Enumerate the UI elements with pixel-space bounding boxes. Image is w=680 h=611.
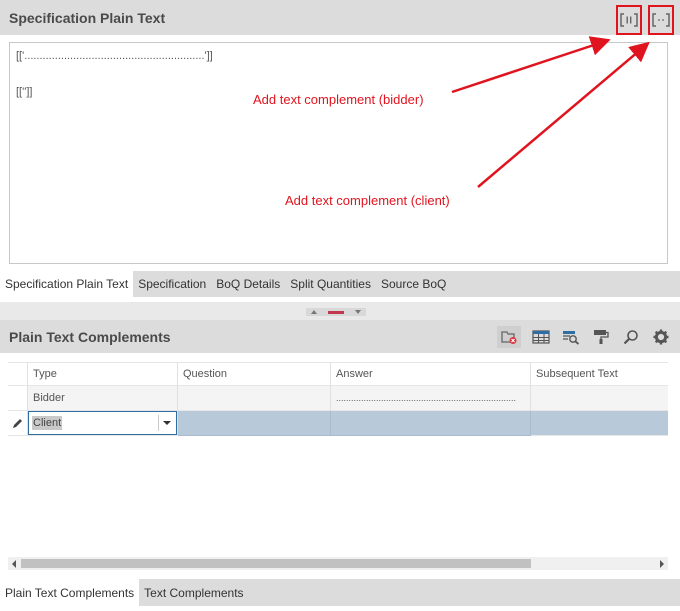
- row-indicator-header: [8, 363, 28, 386]
- scrollbar-thumb[interactable]: [21, 559, 531, 568]
- panel-title: Plain Text Complements: [9, 328, 171, 345]
- search-icon[interactable]: [619, 326, 643, 348]
- settings-gear-icon[interactable]: [649, 326, 673, 348]
- table-row-selected[interactable]: Client: [8, 411, 668, 436]
- splitter-handle[interactable]: [306, 308, 366, 316]
- column-header-subsequent-text[interactable]: Subsequent Text: [531, 363, 668, 386]
- column-header-type[interactable]: Type: [28, 363, 178, 386]
- type-cell[interactable]: Bidder: [28, 386, 178, 411]
- tab-text-complements[interactable]: Text Complements: [139, 579, 248, 606]
- row-indicator: [8, 411, 28, 436]
- edit-pencil-icon: [13, 418, 22, 428]
- horizontal-scrollbar[interactable]: [8, 557, 668, 570]
- column-header-question[interactable]: Question: [178, 363, 331, 386]
- grid-header-row: Type Question Answer Subsequent Text: [8, 362, 668, 386]
- type-select[interactable]: Client: [28, 411, 177, 435]
- splitter-grip: [327, 310, 344, 314]
- grid-layout-icon[interactable]: [529, 326, 553, 348]
- editor-line-2: [['']]: [16, 86, 33, 98]
- plain-text-complements-panel: Plain Text Complements Type Question Ans…: [0, 320, 680, 611]
- question-cell[interactable]: [178, 386, 331, 411]
- answer-cell[interactable]: ........................................…: [331, 386, 531, 411]
- delete-record-icon[interactable]: [497, 326, 521, 348]
- scroll-right-icon[interactable]: [660, 560, 664, 568]
- search-view-icon[interactable]: [559, 326, 583, 348]
- select-divider: [158, 415, 159, 431]
- answer-cell[interactable]: [331, 411, 531, 436]
- specification-tabbar: Specification Plain Text Specification B…: [0, 271, 680, 297]
- collapse-down-icon[interactable]: [354, 310, 361, 314]
- complements-tabbar: Plain Text Complements Text Complements: [0, 579, 680, 606]
- tab-plain-text-complements[interactable]: Plain Text Complements: [0, 579, 140, 606]
- tab-source-boq[interactable]: Source BoQ: [376, 271, 451, 297]
- editor-line-1: [['.....................................…: [16, 50, 213, 62]
- tab-split-quantities[interactable]: Split Quantities: [285, 271, 376, 297]
- annotation-bidder: Add text complement (bidder): [253, 92, 424, 107]
- specification-panel: Specification Plain Text [['............…: [0, 0, 680, 302]
- type-select-value: Client: [32, 416, 63, 430]
- chevron-down-icon[interactable]: [163, 421, 171, 425]
- collapse-up-icon[interactable]: [311, 310, 318, 314]
- bidder-complement-icon[interactable]: [616, 5, 642, 35]
- paint-roller-icon[interactable]: [589, 326, 613, 348]
- tab-specification-plain-text[interactable]: Specification Plain Text: [0, 271, 134, 297]
- subsequent-text-cell[interactable]: [531, 386, 668, 411]
- scroll-left-icon[interactable]: [12, 560, 16, 568]
- tab-boq-details[interactable]: BoQ Details: [211, 271, 285, 297]
- type-cell[interactable]: Client: [28, 411, 178, 436]
- panel-title: Specification Plain Text: [9, 9, 166, 26]
- tab-specification[interactable]: Specification: [133, 271, 211, 297]
- panel-splitter[interactable]: [0, 302, 680, 320]
- column-header-answer[interactable]: Answer: [331, 363, 531, 386]
- table-row[interactable]: Bidder .................................…: [8, 386, 668, 411]
- annotation-client: Add text complement (client): [285, 193, 450, 208]
- plain-text-editor[interactable]: [['.....................................…: [9, 42, 668, 264]
- subsequent-text-cell[interactable]: [531, 411, 668, 436]
- specification-panel-header: Specification Plain Text: [0, 0, 680, 35]
- question-cell[interactable]: [178, 411, 331, 436]
- row-indicator: [8, 386, 28, 411]
- client-complement-icon[interactable]: [648, 5, 674, 35]
